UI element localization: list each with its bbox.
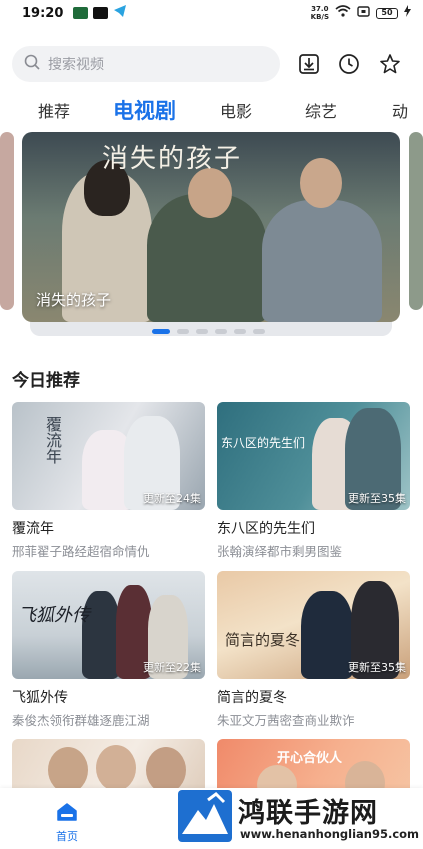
app-notification-icon bbox=[73, 7, 89, 19]
thumb-poster-text: 飞狐外传 bbox=[18, 605, 90, 626]
video-card[interactable]: 东八区的先生们 更新至35集 东八区的先生们 张翰演绎都市剩男图鉴 bbox=[217, 402, 410, 560]
carousel-dot[interactable] bbox=[234, 329, 246, 334]
thumb-figure bbox=[96, 745, 136, 791]
episode-badge: 更新至35集 bbox=[348, 492, 406, 505]
banner-poster-title: 消失的孩子 bbox=[102, 144, 243, 174]
video-description: 张翰演绎都市剩男图鉴 bbox=[217, 544, 343, 559]
search-placeholder: 搜索视频 bbox=[48, 57, 104, 73]
home-icon bbox=[56, 803, 78, 826]
tab-movies[interactable]: 电影 bbox=[220, 98, 252, 122]
carousel-dot[interactable] bbox=[253, 329, 265, 334]
carousel-dot[interactable] bbox=[215, 329, 227, 334]
banner-figure-face-right bbox=[300, 158, 342, 208]
thumb-figure bbox=[301, 591, 353, 679]
video-card[interactable]: 覆流年 更新至24集 覆流年 邢菲翟子路经超宿命情仇 bbox=[12, 402, 205, 560]
episode-badge: 更新至22集 bbox=[143, 661, 201, 674]
tab-recommend[interactable]: 推荐 bbox=[38, 98, 70, 122]
episode-badge: 更新至24集 bbox=[143, 492, 201, 505]
telegram-notification-icon bbox=[113, 5, 127, 21]
banner-figure-man-right bbox=[262, 200, 382, 322]
screen-record-icon bbox=[357, 5, 370, 21]
thumb-poster-text: 覆流年 bbox=[43, 416, 62, 464]
thumb-figure bbox=[146, 747, 186, 793]
favorite-star-icon[interactable] bbox=[377, 51, 403, 77]
watermark-title: 鸿联手游网 bbox=[238, 798, 378, 829]
wifi-icon bbox=[335, 5, 351, 21]
watermark-logo-icon bbox=[178, 790, 232, 842]
carousel-dot[interactable] bbox=[152, 329, 170, 334]
status-bar: 19:20 37.0 KB/S 50 bbox=[0, 0, 423, 26]
watermark-url: www.henanhonglian95.com bbox=[240, 827, 420, 841]
video-description: 秦俊杰领衔群雄逐鹿江湖 bbox=[12, 713, 150, 728]
video-description: 邢菲翟子路经超宿命情仇 bbox=[12, 544, 150, 559]
network-speed: 37.0 KB/S bbox=[310, 5, 329, 21]
banner-slide[interactable]: 消失的孩子 消失的孩子 bbox=[22, 132, 400, 322]
video-thumbnail: 东八区的先生们 更新至35集 bbox=[217, 402, 410, 510]
prev-banner-peek[interactable] bbox=[0, 132, 14, 310]
video-title: 东八区的先生们 bbox=[217, 521, 315, 537]
charging-icon bbox=[404, 5, 411, 21]
video-card[interactable]: 简言的夏冬 更新至35集 简言的夏冬 朱亚文万茜密查商业欺诈 bbox=[217, 571, 410, 729]
video-card[interactable]: 飞狐外传 更新至22集 飞狐外传 秦俊杰领衔群雄逐鹿江湖 bbox=[12, 571, 205, 729]
carousel-dot[interactable] bbox=[177, 329, 189, 334]
battery-indicator: 50 bbox=[376, 7, 398, 19]
episode-badge: 更新至35集 bbox=[348, 661, 406, 674]
search-row: 搜索视频 bbox=[12, 46, 412, 82]
tab-tv-series[interactable]: 电视剧 bbox=[113, 95, 176, 125]
tiktok-notification-icon bbox=[93, 7, 109, 19]
tab-anime[interactable]: 动 bbox=[392, 98, 408, 122]
nav-home-label: 首页 bbox=[56, 830, 78, 843]
tab-variety[interactable]: 综艺 bbox=[305, 98, 337, 122]
thumb-poster-text: 开心合伙人 bbox=[277, 751, 343, 766]
search-icon bbox=[24, 54, 40, 74]
section-title: 今日推荐 bbox=[12, 371, 80, 391]
video-thumbnail: 简言的夏冬 更新至35集 bbox=[217, 571, 410, 679]
next-banner-peek[interactable] bbox=[409, 132, 423, 310]
watermark: 鸿联手游网 www.henanhonglian95.com bbox=[176, 788, 420, 846]
video-title: 飞狐外传 bbox=[12, 690, 68, 706]
banner-caption: 消失的孩子 bbox=[36, 291, 112, 309]
thumb-poster-text: 东八区的先生们 bbox=[221, 436, 306, 450]
nav-home[interactable]: 首页 bbox=[50, 802, 84, 844]
history-icon[interactable] bbox=[336, 51, 362, 77]
video-thumbnail: 覆流年 更新至24集 bbox=[12, 402, 205, 510]
banner-carousel: 消失的孩子 消失的孩子 bbox=[0, 132, 423, 337]
carousel-indicator bbox=[152, 329, 265, 334]
category-tabs: 推荐 电视剧 电影 综艺 动 bbox=[0, 98, 423, 128]
status-time: 19:20 bbox=[22, 5, 64, 21]
thumb-figure bbox=[48, 747, 88, 793]
banner-figure-face-center bbox=[188, 168, 232, 218]
video-title: 覆流年 bbox=[12, 521, 54, 537]
video-description: 朱亚文万茜密查商业欺诈 bbox=[217, 713, 355, 728]
video-title: 简言的夏冬 bbox=[217, 690, 287, 706]
carousel-dot[interactable] bbox=[196, 329, 208, 334]
download-icon[interactable] bbox=[296, 51, 322, 77]
thumb-poster-text: 简言的夏冬 bbox=[225, 631, 301, 649]
video-thumbnail: 飞狐外传 更新至22集 bbox=[12, 571, 205, 679]
search-input[interactable]: 搜索视频 bbox=[12, 46, 280, 82]
